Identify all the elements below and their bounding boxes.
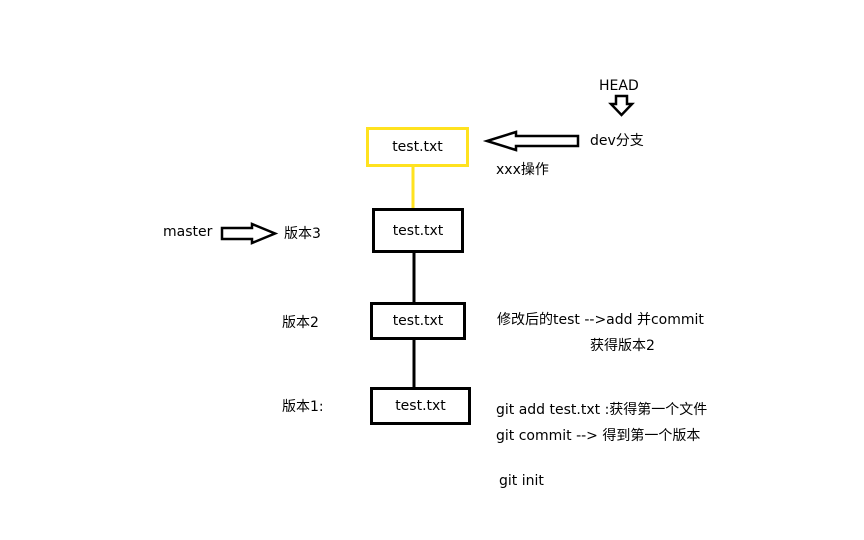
dev-left-arrow-icon [482,130,580,152]
master-right-arrow-icon [220,222,279,245]
head-down-arrow-icon [608,94,635,117]
dev-branch-label: dev分支 [590,133,644,149]
modify-note-line2: 获得版本2 [590,338,655,354]
version-3-node: test.txt [372,208,464,253]
master-branch-label: master [163,224,213,240]
git-init-note: git init [499,473,544,489]
git-commit-note: git commit --> 得到第一个版本 [496,428,701,444]
xxx-operation-note: xxx操作 [496,162,549,178]
dev-commit-node: test.txt [366,127,469,167]
version-1-label: 版本1: [282,399,324,415]
version-2-node: test.txt [370,302,466,340]
version-2-label: 版本2 [282,315,319,331]
head-label: HEAD [599,78,639,94]
version-1-node: test.txt [370,387,471,425]
version-3-label: 版本3 [284,226,321,242]
git-add-note: git add test.txt :获得第一个文件 [496,402,708,418]
modify-note-line1: 修改后的test -->add 并commit [497,312,704,328]
diagram-lines [220,94,635,388]
